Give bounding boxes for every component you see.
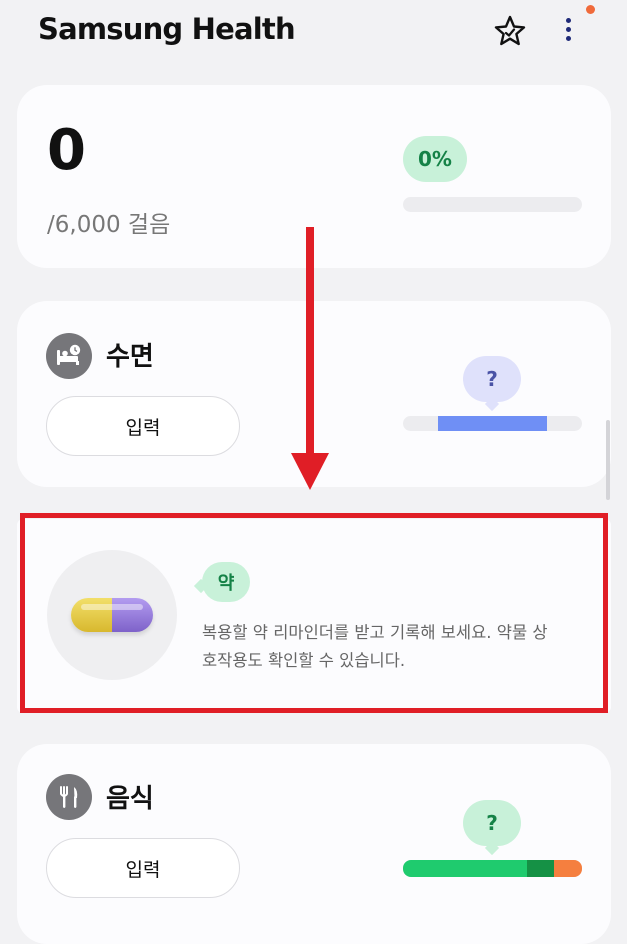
- app-title: Samsung Health: [38, 12, 296, 46]
- food-status-bubble: ?: [463, 800, 521, 846]
- steps-goal: /6,000 걸음: [47, 212, 171, 238]
- food-bar-segment-green: [403, 860, 527, 877]
- more-vert-icon: [566, 18, 571, 23]
- food-title: 음식: [106, 784, 154, 814]
- steps-count: 0: [47, 118, 86, 183]
- bed-icon: [46, 333, 92, 379]
- food-bar: [403, 860, 582, 877]
- scrollbar[interactable]: [606, 420, 610, 500]
- sleep-bar: [403, 416, 582, 431]
- sleep-status-bubble: ?: [463, 356, 521, 402]
- steps-percent-badge: 0%: [403, 136, 467, 182]
- favorites-star-button[interactable]: [493, 14, 527, 48]
- more-options-button[interactable]: [556, 5, 595, 46]
- fork-knife-icon: [46, 774, 92, 820]
- annotation-arrow: [291, 227, 329, 490]
- steps-progress-bar: [403, 197, 582, 212]
- sleep-bar-fill: [438, 416, 547, 431]
- food-card[interactable]: 음식 입력 ?: [17, 744, 611, 944]
- sleep-input-button[interactable]: 입력: [46, 396, 240, 456]
- food-input-button[interactable]: 입력: [46, 838, 240, 898]
- food-bar-segment-orange: [554, 860, 582, 877]
- highlight-box: [20, 513, 608, 713]
- food-bar-segment-darkgreen: [527, 860, 554, 877]
- notification-badge: [586, 5, 595, 14]
- star-icon: [494, 15, 526, 46]
- sleep-title: 수면: [106, 342, 154, 372]
